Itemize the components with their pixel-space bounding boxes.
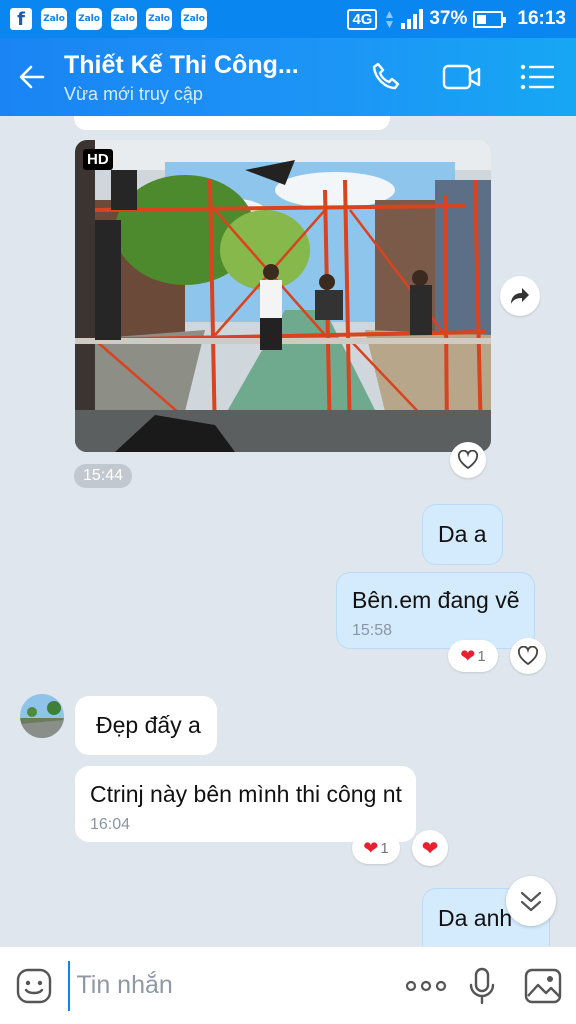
back-arrow-icon xyxy=(19,65,45,89)
video-camera-icon xyxy=(442,64,481,90)
sent-message-bubble[interactable]: Bên.em đang vẽ 15:58 xyxy=(336,572,535,649)
network-indicator: 4G xyxy=(347,8,378,30)
contact-info[interactable]: Thiết Kế Thi Công... Vừa mới truy cập xyxy=(64,49,348,105)
hd-badge: HD xyxy=(83,149,113,170)
facebook-icon: f xyxy=(10,8,32,30)
message-list[interactable]: HD 15:44 Da a Bên.em đang vẽ 15:58 ❤ 1 Đ… xyxy=(0,116,576,946)
signal-icon xyxy=(401,9,424,29)
voice-call-button[interactable] xyxy=(348,38,424,116)
emoji-button[interactable] xyxy=(0,947,68,1024)
avatar[interactable] xyxy=(20,694,64,738)
status-bar: f Zalo Zalo Zalo Zalo Zalo 4G ▲ ▼ 37% 16:… xyxy=(0,0,576,38)
heart-icon: ❤ xyxy=(460,645,476,666)
notification-icons: f Zalo Zalo Zalo Zalo Zalo xyxy=(10,8,207,30)
menu-button[interactable] xyxy=(500,38,576,116)
zalo-icon: Zalo xyxy=(146,8,172,30)
like-button[interactable] xyxy=(450,442,486,478)
heart-icon: ❤ xyxy=(363,837,379,858)
zalo-icon: Zalo xyxy=(76,8,102,30)
heart-filled-icon: ❤ xyxy=(421,837,439,860)
microphone-icon xyxy=(469,967,494,1004)
back-button[interactable] xyxy=(0,38,64,116)
double-chevron-down-icon xyxy=(520,891,542,912)
send-image-button[interactable] xyxy=(509,947,576,1024)
share-arrow-icon xyxy=(511,288,529,304)
received-message-bubble[interactable]: Đẹp đấy a xyxy=(75,696,217,755)
more-options-button[interactable] xyxy=(398,947,453,1024)
message-timestamp: 15:58 xyxy=(352,622,393,639)
message-input[interactable] xyxy=(68,960,399,1011)
phone-icon xyxy=(372,62,400,90)
scroll-to-bottom-button[interactable] xyxy=(506,876,556,926)
data-arrows-icon: ▲ ▼ xyxy=(383,7,396,31)
reaction-count: 1 xyxy=(477,647,486,665)
zalo-icon: Zalo xyxy=(111,8,137,30)
heart-outline-icon xyxy=(517,646,539,666)
chat-header: Thiết Kế Thi Công... Vừa mới truy cập xyxy=(0,38,576,116)
message-text: Da anh xyxy=(438,905,513,931)
menu-list-icon xyxy=(520,64,554,90)
zalo-icon: Zalo xyxy=(181,8,207,30)
heart-outline-icon xyxy=(457,450,479,470)
battery-icon xyxy=(473,10,507,28)
message-text: Đẹp đấy a xyxy=(96,712,201,738)
reaction-summary[interactable]: ❤ 1 xyxy=(352,832,400,864)
chat-status: Vừa mới truy cập xyxy=(64,84,203,104)
message-timestamp: 15:44 xyxy=(74,464,133,488)
like-button[interactable]: ❤ xyxy=(412,830,448,866)
chat-title: Thiết Kế Thi Công... xyxy=(64,51,299,79)
share-button[interactable] xyxy=(500,276,540,316)
message-text: Da a xyxy=(438,521,487,547)
voice-message-button[interactable] xyxy=(454,947,509,1024)
reaction-count: 1 xyxy=(380,839,389,857)
message-composer xyxy=(0,946,576,1024)
video-call-button[interactable] xyxy=(424,38,500,116)
mural-scaffolding-photo xyxy=(75,140,491,452)
like-button[interactable] xyxy=(510,638,546,674)
received-message-bubble[interactable]: Ctrinj này bên mình thi công nt 16:04 xyxy=(75,766,416,842)
sticker-emoji-icon xyxy=(17,968,52,1003)
clock: 16:13 xyxy=(517,8,566,29)
message-text: Ctrinj này bên mình thi công nt xyxy=(90,781,402,807)
message-timestamp: 16:04 xyxy=(90,816,131,833)
more-dots-icon xyxy=(406,980,447,991)
reaction-summary[interactable]: ❤ 1 xyxy=(448,640,498,672)
photo-message[interactable] xyxy=(75,140,491,452)
image-gallery-icon xyxy=(524,968,561,1003)
zalo-icon: Zalo xyxy=(41,8,67,30)
previous-message-bubble[interactable] xyxy=(74,116,390,130)
avatar-image xyxy=(20,694,64,738)
battery-percent: 37% xyxy=(429,8,468,29)
message-text: Bên.em đang vẽ xyxy=(352,587,520,613)
sent-message-bubble[interactable]: Da a xyxy=(422,504,503,565)
